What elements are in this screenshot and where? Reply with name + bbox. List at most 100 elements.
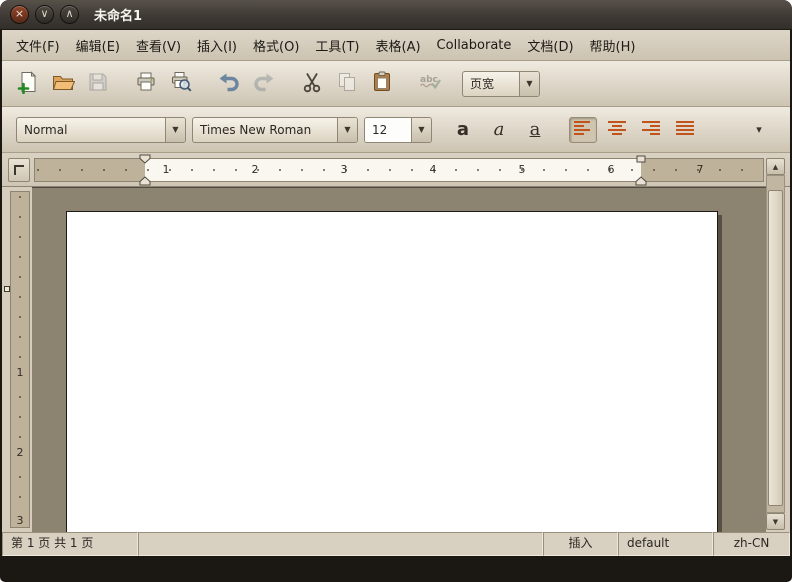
ruler-row: 1 2 3 4 5 6 7	[2, 153, 790, 187]
document-page[interactable]	[66, 211, 718, 532]
spellcheck-icon: abc	[418, 70, 442, 98]
align-right-button[interactable]	[637, 117, 665, 143]
folder-open-icon	[51, 70, 76, 98]
font-value[interactable]: Times New Roman	[193, 118, 337, 142]
ruler-number: 5	[518, 163, 526, 176]
right-indent-marker[interactable]	[635, 176, 647, 186]
right-margin-marker[interactable]	[636, 155, 646, 163]
copy-button[interactable]	[331, 68, 363, 100]
tab-selector-button[interactable]	[8, 158, 30, 182]
ruler-number: 1	[11, 366, 29, 379]
menu-view[interactable]: 查看(V)	[128, 32, 189, 59]
insert-mode-indicator[interactable]: 插入	[543, 532, 618, 556]
bold-button[interactable]: a	[448, 116, 478, 144]
format-toolbar: Normal ▼ Times New Roman ▼ 12 ▼ a a a ▾	[2, 107, 790, 153]
paste-button[interactable]	[366, 68, 398, 100]
first-line-indent-marker[interactable]	[139, 154, 151, 164]
zoom-dropdown-button[interactable]: ▼	[519, 71, 539, 96]
align-justify-button[interactable]	[671, 117, 699, 143]
chevron-down-icon: ▼	[172, 125, 179, 134]
ruler-number: 3	[340, 163, 348, 176]
document-area: 1 2 3	[2, 187, 790, 532]
zoom-combo[interactable]: 页宽 ▼	[462, 70, 540, 97]
scroll-up-button[interactable]: ▲	[766, 158, 785, 175]
underline-button[interactable]: a	[520, 116, 550, 144]
clipboard-icon	[370, 70, 394, 98]
application-window: × ∨ ∧ 未命名1 文件(F) 编辑(E) 查看(V) 插入(I) 格式(O)…	[0, 0, 792, 582]
align-right-icon	[641, 119, 661, 141]
menu-document[interactable]: 文档(D)	[519, 32, 581, 59]
align-left-button[interactable]	[569, 116, 597, 143]
chevron-down-icon: ▾	[756, 123, 762, 136]
toolbar-overflow-button[interactable]: ▾	[748, 117, 770, 143]
language-indicator: zh-CN	[713, 532, 790, 556]
status-spacer	[138, 532, 543, 556]
redo-button[interactable]	[248, 68, 280, 100]
document-viewport	[32, 187, 766, 532]
window-title: 未命名1	[94, 9, 143, 24]
undo-button[interactable]	[213, 68, 245, 100]
style-dropdown-button[interactable]: ▼	[165, 117, 185, 142]
menu-insert[interactable]: 插入(I)	[189, 32, 245, 59]
window-content: 文件(F) 编辑(E) 查看(V) 插入(I) 格式(O) 工具(T) 表格(A…	[2, 30, 790, 556]
ruler-number: 7	[696, 163, 704, 176]
tab-stop-icon	[14, 165, 24, 175]
new-document-button[interactable]	[12, 68, 44, 100]
menu-file[interactable]: 文件(F)	[8, 32, 68, 59]
font-size-dropdown-button[interactable]: ▼	[411, 117, 431, 142]
menu-edit[interactable]: 编辑(E)	[68, 32, 128, 59]
vertical-ruler[interactable]: 1 2 3	[10, 191, 30, 528]
scrollbar-thumb[interactable]	[768, 190, 783, 506]
maximize-button[interactable]: ∧	[60, 5, 79, 24]
redo-icon	[252, 70, 276, 98]
cut-button[interactable]	[296, 68, 328, 100]
align-center-button[interactable]	[603, 117, 631, 143]
vertical-scrollbar[interactable]: ▲ ▼	[766, 158, 785, 530]
align-justify-icon	[675, 119, 695, 141]
scrollbar-track[interactable]	[766, 175, 785, 513]
save-button[interactable]	[82, 68, 114, 100]
spellcheck-button[interactable]: abc	[414, 68, 446, 100]
menu-tools[interactable]: 工具(T)	[307, 32, 367, 59]
arrow-up-icon: ▲	[772, 162, 779, 171]
top-margin-marker[interactable]	[4, 286, 10, 292]
menu-collaborate[interactable]: Collaborate	[429, 34, 520, 57]
zoom-value[interactable]: 页宽	[463, 72, 519, 96]
font-combo[interactable]: Times New Roman ▼	[192, 116, 358, 143]
scissors-icon	[300, 70, 324, 98]
scroll-down-button[interactable]: ▼	[766, 513, 785, 530]
titlebar: × ∨ ∧ 未命名1	[0, 0, 792, 30]
font-size-value[interactable]: 12	[365, 117, 411, 142]
open-button[interactable]	[47, 68, 79, 100]
ruler-ticks	[37, 169, 761, 171]
left-indent-marker[interactable]	[139, 176, 151, 186]
chevron-down-icon: ▼	[344, 125, 351, 134]
ruler-number: 2	[251, 163, 259, 176]
copy-icon	[335, 70, 359, 98]
save-icon	[86, 70, 110, 98]
minimize-button[interactable]: ∨	[35, 5, 54, 24]
menubar: 文件(F) 编辑(E) 查看(V) 插入(I) 格式(O) 工具(T) 表格(A…	[2, 30, 790, 61]
new-document-icon	[16, 70, 40, 98]
style-value[interactable]: Normal	[17, 118, 165, 142]
horizontal-ruler[interactable]: 1 2 3 4 5 6 7	[34, 154, 764, 186]
menu-table[interactable]: 表格(A)	[368, 32, 429, 59]
menu-help[interactable]: 帮助(H)	[582, 32, 644, 59]
ruler-number: 6	[607, 163, 615, 176]
close-button[interactable]: ×	[10, 5, 29, 24]
style-combo[interactable]: Normal ▼	[16, 116, 186, 143]
align-center-icon	[607, 119, 627, 141]
ruler-number: 1	[162, 163, 170, 176]
menu-format[interactable]: 格式(O)	[245, 32, 307, 59]
page-indicator: 第 1 页 共 1 页	[2, 532, 138, 556]
style-indicator: default	[618, 532, 713, 556]
print-button[interactable]	[130, 68, 162, 100]
undo-icon	[217, 70, 241, 98]
italic-button[interactable]: a	[484, 116, 514, 144]
print-preview-button[interactable]	[165, 68, 197, 100]
font-dropdown-button[interactable]: ▼	[337, 117, 357, 142]
standard-toolbar: abc 页宽 ▼	[2, 61, 790, 107]
print-preview-icon	[169, 70, 193, 98]
svg-text:abc: abc	[420, 75, 438, 85]
font-size-combo[interactable]: 12 ▼	[364, 116, 432, 143]
